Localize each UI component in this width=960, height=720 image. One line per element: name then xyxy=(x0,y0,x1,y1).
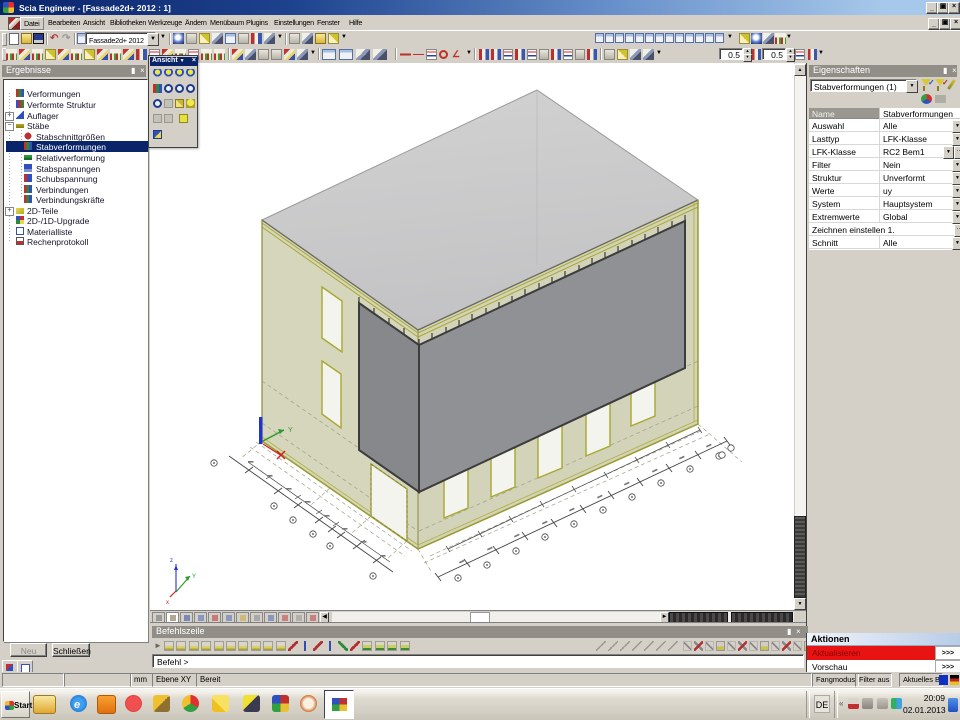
svg-text:Y: Y xyxy=(288,427,293,434)
svg-text:Y: Y xyxy=(192,574,196,580)
svg-text:z: z xyxy=(170,558,173,564)
svg-text:x: x xyxy=(166,600,169,606)
